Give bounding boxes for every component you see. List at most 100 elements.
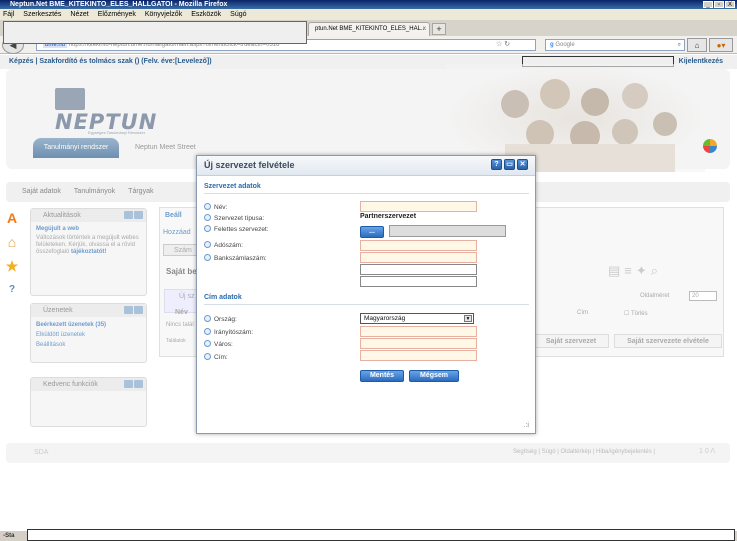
bank-input-2[interactable] bbox=[360, 264, 477, 275]
maximize-button[interactable]: ▫ bbox=[714, 1, 724, 8]
favorites-panel-header: Kedvenc funkciók bbox=[31, 378, 146, 391]
panel-close-icon[interactable] bbox=[134, 306, 143, 314]
inbox-link[interactable]: Beérkezett üzenetek (35) bbox=[31, 320, 146, 330]
news-panel-header: Aktualitások bbox=[31, 209, 146, 222]
panel-close-icon[interactable] bbox=[134, 211, 143, 219]
page-size-select[interactable]: 20 bbox=[689, 291, 717, 301]
menu-view[interactable]: Nézet bbox=[70, 9, 88, 20]
new-organization-dialog: Új szervezet felvétele ? ▭ ✕ Szervezet a… bbox=[196, 155, 536, 434]
search-input[interactable]: g Google ⌕ bbox=[545, 39, 685, 51]
pin-icon[interactable]: ✦ bbox=[636, 263, 651, 278]
panel-controls bbox=[124, 306, 143, 314]
menu-sajat-adatok[interactable]: Saját adatok bbox=[22, 182, 61, 202]
letter-a-icon[interactable]: A bbox=[3, 209, 21, 227]
logo-icon bbox=[55, 88, 85, 110]
star-icon[interactable]: ☆ bbox=[496, 41, 502, 48]
menu-tanulmanyok[interactable]: Tanulmányok bbox=[74, 182, 115, 202]
print-icon[interactable]: ▤ bbox=[608, 263, 624, 278]
label-zip: Irányítószám: bbox=[204, 328, 253, 336]
favorites-panel: Kedvenc funkciók bbox=[30, 377, 147, 427]
list-icon[interactable]: ≡ bbox=[624, 263, 636, 278]
resize-grip-icon[interactable]: .:i bbox=[524, 422, 529, 429]
close-window-button[interactable]: X bbox=[725, 1, 735, 8]
news-link[interactable]: tájékoztatót! bbox=[71, 249, 106, 255]
toolbar-icons: ▤≡✦⌕ bbox=[608, 263, 662, 279]
browser-tab[interactable]: ptun.Net BME_KITEKINTO_ELES_HAL... × bbox=[308, 22, 430, 36]
sidebar-icons: A ⌂ ★ ? bbox=[3, 205, 27, 325]
own-org-button[interactable]: Saját szervezet bbox=[533, 334, 609, 348]
menu-help[interactable]: Súgó bbox=[230, 9, 246, 20]
divider bbox=[204, 304, 529, 305]
help-icon[interactable]: ? bbox=[3, 281, 21, 299]
url-actions: ☆ ↻ bbox=[496, 40, 510, 48]
settings-link[interactable]: Beállítások bbox=[31, 340, 146, 350]
subtab[interactable]: Szám bbox=[163, 244, 197, 256]
new-tab-button[interactable]: + bbox=[432, 23, 446, 35]
name-input[interactable] bbox=[360, 201, 477, 212]
label-parent: Felettes szervezet: bbox=[204, 225, 269, 233]
tab-neptun-meet-street[interactable]: Neptun Meet Street bbox=[135, 138, 196, 158]
google-icon: g bbox=[550, 42, 554, 48]
firefox-menu-button[interactable]: ●▾ bbox=[709, 38, 733, 52]
home-icon: ⌂ bbox=[694, 41, 700, 50]
help-icon[interactable]: ? bbox=[491, 159, 502, 170]
menu-history[interactable]: Előzmények bbox=[98, 9, 136, 20]
col-delete: ☐ Törlés bbox=[624, 311, 648, 317]
cancel-button[interactable]: Mégsem bbox=[409, 370, 459, 382]
address-input[interactable] bbox=[360, 350, 477, 361]
menu-tools[interactable]: Eszközök bbox=[191, 9, 221, 20]
country-select[interactable]: Magyarország ▼ bbox=[360, 313, 474, 324]
parent-lookup-button[interactable]: ... bbox=[360, 226, 384, 238]
search-icon[interactable]: ⌕ bbox=[678, 40, 681, 50]
bank-input-1[interactable] bbox=[360, 252, 477, 263]
bank-input-3[interactable] bbox=[360, 276, 477, 287]
divider bbox=[204, 193, 529, 194]
news-item-title[interactable]: Megújult a web bbox=[31, 222, 146, 232]
star-icon[interactable]: ★ bbox=[3, 257, 21, 275]
type-value: Partnerszervezet bbox=[360, 213, 417, 220]
dialog-header: Új szervezet felvétele ? ▭ ✕ bbox=[197, 156, 535, 176]
footer-links[interactable]: Segítség | Súgó | Oldaltérkép | Hiba/igé… bbox=[513, 449, 655, 455]
close-icon[interactable]: ✕ bbox=[517, 159, 528, 170]
screen: Neptun.Net BME_KITEKINTO_ELES_HALLGATOI … bbox=[0, 0, 737, 541]
no-result: Nincs talál bbox=[166, 322, 194, 328]
tab-close-icon[interactable]: × bbox=[422, 23, 426, 36]
neptun-logo: NEPTUN Egységes Tanulmányi Rendszer bbox=[55, 88, 165, 135]
menu-bookmarks[interactable]: Könyvjelzők bbox=[145, 9, 182, 20]
sent-link[interactable]: Elküldött üzenetek bbox=[31, 330, 146, 340]
menu-file[interactable]: Fájl bbox=[3, 9, 14, 20]
panel-minimize-icon[interactable] bbox=[124, 211, 133, 219]
home-button[interactable]: ⌂ bbox=[687, 38, 707, 52]
results-label: Találatok bbox=[166, 338, 186, 344]
minimize-button[interactable]: _ bbox=[703, 1, 713, 8]
save-button[interactable]: Mentés bbox=[360, 370, 404, 382]
search-icon[interactable]: ⌕ bbox=[651, 263, 662, 278]
page-size-label: Oldalméret bbox=[640, 293, 670, 299]
own-org-remove-button[interactable]: Saját szervezete elvétele bbox=[614, 334, 722, 348]
reload-icon[interactable]: ↻ bbox=[504, 41, 510, 48]
add-link[interactable]: Hozzáad bbox=[163, 229, 191, 236]
start-label: Sta bbox=[5, 533, 15, 539]
section-organization: Szervezet adatok bbox=[204, 183, 261, 190]
start-button[interactable]: ▪Sta bbox=[1, 531, 29, 541]
redacted-taskbar bbox=[27, 529, 735, 541]
panel-minimize-icon[interactable] bbox=[124, 380, 133, 388]
zip-input[interactable] bbox=[360, 326, 477, 337]
maximize-icon[interactable]: ▭ bbox=[504, 159, 515, 170]
messages-panel: Üzenetek Beérkezett üzenetek (35) Elküld… bbox=[30, 303, 147, 363]
news-item-text: Változások történtek a megújult webes fe… bbox=[31, 232, 146, 259]
label-address: Cím: bbox=[204, 353, 228, 361]
city-input[interactable] bbox=[360, 338, 477, 349]
menu-edit[interactable]: Szerkesztés bbox=[23, 9, 61, 20]
panel-close-icon[interactable] bbox=[134, 380, 143, 388]
menu-targyak[interactable]: Tárgyak bbox=[128, 182, 153, 202]
window-titlebar: Neptun.Net BME_KITEKINTO_ELES_HALLGATOI … bbox=[0, 0, 737, 9]
country-value: Magyarország bbox=[364, 315, 406, 322]
house-icon[interactable]: ⌂ bbox=[3, 233, 21, 251]
main-heading: Beáll bbox=[165, 212, 182, 219]
panel-minimize-icon[interactable] bbox=[124, 306, 133, 314]
tax-input[interactable] bbox=[360, 240, 477, 251]
tab-tanulmanyi-rendszer[interactable]: Tanulmányi rendszer bbox=[33, 138, 119, 158]
section-address: Cím adatok bbox=[204, 294, 242, 301]
parent-input[interactable] bbox=[389, 225, 506, 237]
